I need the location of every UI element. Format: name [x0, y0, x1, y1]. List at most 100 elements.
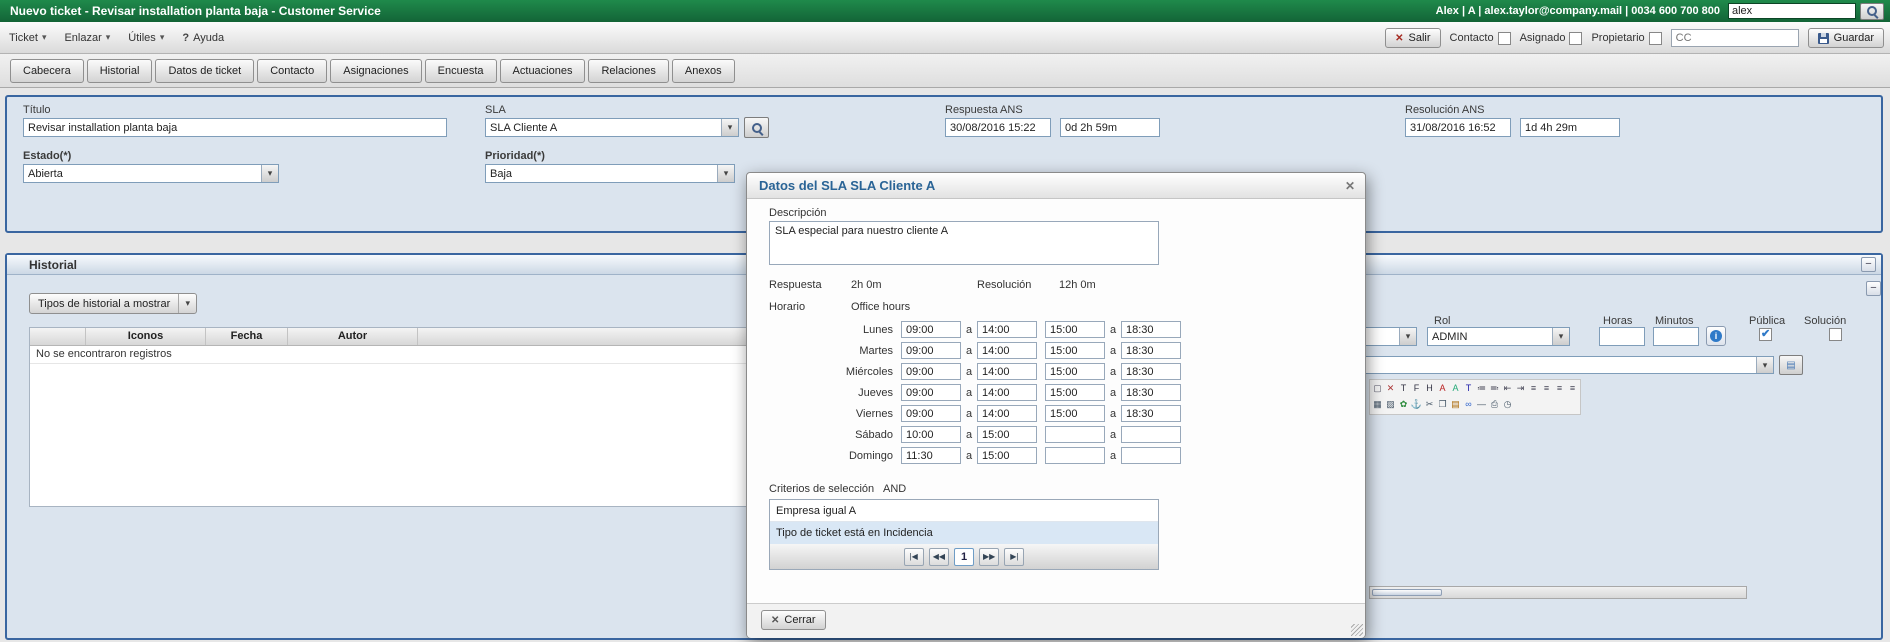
sla-lookup-button[interactable]	[744, 117, 769, 138]
align-center-icon[interactable]: ≡	[1540, 381, 1553, 397]
global-search-button[interactable]	[1860, 2, 1884, 20]
respuesta-ans-restante-input[interactable]	[1060, 118, 1160, 137]
jueves-t1-input[interactable]	[1045, 384, 1105, 401]
respuesta-ans-fecha-input[interactable]	[945, 118, 1051, 137]
chevron-down-icon[interactable]: ▾	[721, 119, 738, 136]
domingo-m1-input[interactable]	[901, 447, 961, 464]
menu-ticket[interactable]: Ticket ▾	[0, 27, 55, 49]
historial-collapse-button[interactable]: −	[1861, 257, 1876, 272]
tab-actuaciones[interactable]: Actuaciones	[499, 58, 586, 83]
titulo-input[interactable]	[23, 118, 447, 137]
minutos-input[interactable]	[1653, 327, 1699, 346]
modal-header[interactable]: Datos del SLA SLA Cliente A ✕	[747, 173, 1365, 199]
link-icon[interactable]: ∞	[1462, 397, 1475, 413]
pager-page-button[interactable]: 1	[954, 547, 974, 566]
solucion-checkbox[interactable]	[1829, 328, 1843, 341]
cut-icon[interactable]: ✂	[1423, 397, 1436, 413]
chevron-down-icon[interactable]: ▾	[261, 165, 278, 182]
scrollbar-thumb[interactable]	[1372, 589, 1442, 596]
rol-select[interactable]: ADMIN ▾	[1427, 327, 1570, 346]
table-icon[interactable]: ▦	[1371, 397, 1384, 413]
viernes-m2-input[interactable]	[977, 405, 1037, 422]
sabado-m2-input[interactable]	[977, 426, 1037, 443]
menu-ayuda[interactable]: ? Ayuda	[173, 27, 233, 49]
menu-enlazar[interactable]: Enlazar ▾	[55, 27, 119, 49]
miercoles-m1-input[interactable]	[901, 363, 961, 380]
miercoles-m2-input[interactable]	[977, 363, 1037, 380]
martes-m1-input[interactable]	[901, 342, 961, 359]
image-icon[interactable]: ▨	[1384, 397, 1397, 413]
tab-historial[interactable]: Historial	[86, 58, 153, 83]
maximize-icon[interactable]: ▢	[1371, 381, 1384, 397]
tipo-actuacion-select[interactable]: ▾	[1365, 327, 1417, 346]
propietario-checkbox[interactable]	[1648, 31, 1662, 45]
domingo-t1-input[interactable]	[1045, 447, 1105, 464]
miercoles-t1-input[interactable]	[1045, 363, 1105, 380]
align-right-icon[interactable]: ≡	[1553, 381, 1566, 397]
clock-icon[interactable]: ◷	[1501, 397, 1514, 413]
bullet-list-icon[interactable]: ≔	[1475, 381, 1488, 397]
font-size-icon[interactable]: T	[1397, 381, 1410, 397]
indent-icon[interactable]: ⇥	[1514, 381, 1527, 397]
tipos-historial-button[interactable]: Tipos de historial a mostrar ▾	[29, 293, 198, 314]
cc-input[interactable]	[1670, 29, 1799, 47]
column-autor[interactable]: Autor	[288, 328, 418, 345]
menu-utiles[interactable]: Útiles ▾	[119, 27, 173, 49]
actuacion-collapse-button[interactable]: −	[1866, 281, 1881, 296]
horas-input[interactable]	[1599, 327, 1645, 346]
lunes-m1-input[interactable]	[901, 321, 961, 338]
info-button[interactable]: i	[1706, 326, 1726, 346]
print-icon[interactable]: ⎙	[1488, 397, 1501, 413]
tab-anexos[interactable]: Anexos	[671, 58, 735, 83]
contacto-checkbox[interactable]	[1497, 31, 1511, 45]
viernes-m1-input[interactable]	[901, 405, 961, 422]
criterio-row[interactable]: Tipo de ticket está en Incidencia	[770, 522, 1158, 544]
martes-t2-input[interactable]	[1121, 342, 1181, 359]
paste-icon[interactable]: ▤	[1449, 397, 1462, 413]
tab-relaciones[interactable]: Relaciones	[588, 58, 669, 83]
tab-encuesta[interactable]: Encuesta	[424, 58, 497, 83]
salir-button[interactable]: ✕ Salir	[1385, 28, 1441, 48]
anchor-icon[interactable]: ⚓	[1410, 397, 1423, 413]
tab-asignaciones[interactable]: Asignaciones	[330, 58, 422, 83]
styles-icon[interactable]: T	[1462, 381, 1475, 397]
font-family-icon[interactable]: F	[1410, 381, 1423, 397]
chevron-down-icon[interactable]: ▾	[1756, 357, 1773, 373]
numbered-list-icon[interactable]: ≕	[1488, 381, 1501, 397]
sabado-t2-input[interactable]	[1121, 426, 1181, 443]
pager-first-button[interactable]: |◀	[903, 547, 924, 566]
sabado-m1-input[interactable]	[901, 426, 961, 443]
resolucion-ans-fecha-input[interactable]	[1405, 118, 1511, 137]
chevron-down-icon[interactable]: ▾	[1552, 328, 1569, 345]
jueves-m2-input[interactable]	[977, 384, 1037, 401]
jueves-m1-input[interactable]	[901, 384, 961, 401]
cerrar-button[interactable]: ✕ Cerrar	[761, 610, 826, 630]
viernes-t2-input[interactable]	[1121, 405, 1181, 422]
martes-m2-input[interactable]	[977, 342, 1037, 359]
miercoles-t2-input[interactable]	[1121, 363, 1181, 380]
column-fecha[interactable]: Fecha	[206, 328, 288, 345]
outdent-icon[interactable]: ⇤	[1501, 381, 1514, 397]
chevron-down-icon[interactable]: ▾	[1399, 328, 1416, 345]
horizontal-scrollbar[interactable]	[1369, 586, 1747, 599]
sla-select[interactable]: SLA Cliente A ▾	[485, 118, 739, 137]
jueves-t2-input[interactable]	[1121, 384, 1181, 401]
asignado-checkbox[interactable]	[1569, 31, 1583, 45]
pager-prev-button[interactable]: ◀◀	[928, 547, 949, 566]
highlight-color-icon[interactable]: A	[1449, 381, 1462, 397]
criterio-row[interactable]: Empresa igual A	[770, 500, 1158, 522]
tab-datos-de-ticket[interactable]: Datos de ticket	[155, 58, 255, 83]
chevron-down-icon[interactable]: ▾	[717, 165, 734, 182]
pager-next-button[interactable]: ▶▶	[979, 547, 1000, 566]
sabado-t1-input[interactable]	[1045, 426, 1105, 443]
domingo-m2-input[interactable]	[977, 447, 1037, 464]
lunes-t1-input[interactable]	[1045, 321, 1105, 338]
domingo-t2-input[interactable]	[1121, 447, 1181, 464]
rule-icon[interactable]: ―	[1475, 397, 1488, 413]
column-iconos[interactable]: Iconos	[86, 328, 206, 345]
guardar-button[interactable]: Guardar	[1807, 28, 1884, 48]
resize-grip[interactable]	[1351, 624, 1363, 636]
pager-last-button[interactable]: ▶|	[1004, 547, 1025, 566]
global-search-input[interactable]	[1728, 3, 1856, 19]
remove-format-icon[interactable]: ✕	[1384, 381, 1397, 397]
